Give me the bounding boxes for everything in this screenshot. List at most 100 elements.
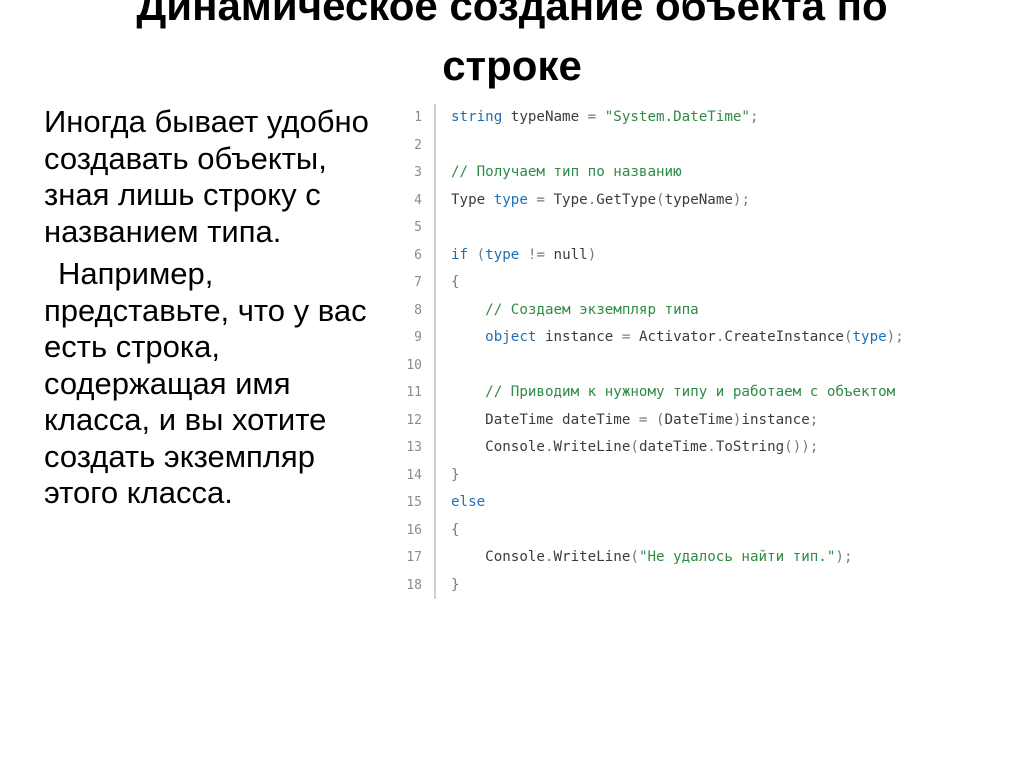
code-line: 13 Console.WriteLine(dateTime.ToString()…	[396, 434, 986, 462]
code-token: =	[621, 329, 639, 345]
code-token: type	[485, 191, 528, 208]
code-line: 3 // Получаем тип по названию	[396, 159, 986, 187]
code-line: 6 if (type != null)	[396, 241, 986, 270]
code-token: ;	[809, 411, 819, 428]
code-token: instance	[536, 329, 622, 345]
code-text: // Создаем экземпляр типа	[436, 297, 699, 325]
code-line: 18}	[396, 571, 986, 600]
code-line: 17 Console.WriteLine("Не удалось найти т…	[396, 544, 986, 572]
code-token: typeName	[502, 109, 588, 125]
code-token: (	[843, 329, 853, 345]
code-token: type	[852, 329, 887, 345]
code-line: 8 // Создаем экземпляр типа	[396, 296, 986, 325]
code-token: Activator	[638, 329, 716, 345]
code-token: );	[835, 549, 853, 565]
line-number: 9	[396, 324, 436, 352]
line-number: 16	[396, 516, 436, 544]
code-token: );	[886, 329, 904, 345]
code-token: // Получаем тип по названию	[451, 164, 682, 180]
code-token: );	[732, 191, 751, 208]
code-token: )	[587, 246, 597, 263]
code-token: // Приводим к нужному типу и работаем с …	[451, 384, 896, 400]
code-text: }	[436, 462, 460, 490]
code-token: Console	[451, 549, 545, 565]
code-token: .	[544, 439, 554, 455]
code-line: 12 DateTime dateTime = (DateTime)instanc…	[396, 406, 986, 435]
code-token: else	[451, 494, 486, 510]
code-token: dateTime	[553, 411, 639, 428]
code-token: typeName	[664, 191, 733, 208]
code-line: 14}	[396, 461, 986, 490]
code-text: // Приводим к нужному типу и работаем с …	[436, 379, 895, 407]
code-token: {	[451, 274, 460, 290]
code-line: 2	[396, 131, 986, 159]
code-token: type	[485, 246, 520, 263]
code-token: =	[587, 109, 597, 125]
line-number: 1	[396, 104, 436, 132]
code-token: (	[630, 439, 639, 455]
code-text: {	[436, 269, 460, 297]
code-token: .	[587, 191, 597, 208]
line-number: 4	[396, 186, 436, 214]
code-token: (	[468, 246, 486, 263]
code-text: object instance = Activator.CreateInstan…	[436, 324, 904, 352]
slide-title-line-2: строке	[442, 42, 582, 89]
code-token: Type	[553, 191, 588, 208]
code-text: string typeName = "System.DateTime";	[436, 104, 759, 132]
code-text: Console.WriteLine("Не удалось найти тип.…	[436, 544, 853, 572]
line-number: 8	[396, 296, 436, 324]
code-token: = (	[638, 411, 665, 428]
code-token: object	[451, 329, 537, 345]
body-text: Иногда бывает удобно создавать объекты, …	[44, 104, 384, 518]
code-text: {	[436, 517, 460, 545]
code-token: GetType	[596, 191, 657, 208]
code-token: }	[451, 466, 460, 483]
code-text: // Получаем тип по названию	[436, 159, 682, 187]
line-number: 11	[396, 379, 436, 407]
code-line: 16 {	[396, 516, 986, 545]
line-number: 7	[396, 269, 436, 297]
line-number: 13	[396, 434, 436, 462]
code-token: DateTime	[451, 411, 554, 428]
slide-title: Динамическое создание объекта по строке	[0, 0, 1024, 96]
line-number: 18	[396, 571, 436, 599]
code-token: // Создаем экземпляр типа	[451, 301, 699, 318]
slide-title-line-1: Динамическое создание объекта по	[136, 0, 888, 29]
code-line: 4 Type type = Type.GetType(typeName);	[396, 186, 986, 215]
code-text: else	[436, 489, 485, 517]
code-token: CreateInstance	[724, 329, 844, 345]
code-token: "Не удалось найти тип."	[638, 549, 836, 565]
code-token: .	[544, 549, 554, 565]
code-token: DateTime	[664, 411, 733, 428]
code-token: WriteLine	[553, 549, 631, 565]
line-number: 6	[396, 241, 436, 269]
code-token: ;	[749, 109, 759, 125]
code-token: ());	[784, 439, 819, 455]
code-line: 5	[396, 214, 986, 242]
code-line: 11 // Приводим к нужному типу и работаем…	[396, 379, 986, 407]
code-line: 7{	[396, 269, 986, 297]
code-token: null	[553, 246, 588, 263]
code-token: if	[451, 246, 469, 263]
code-text: }	[436, 572, 460, 600]
body-paragraph-2: Например, представьте, что у вас есть ст…	[44, 256, 367, 510]
code-line: 9 object instance = Activator.CreateInst…	[396, 324, 986, 352]
code-token: .	[707, 439, 716, 455]
line-number: 17	[396, 544, 436, 572]
line-number: 5	[396, 214, 436, 242]
code-token: WriteLine	[553, 439, 631, 455]
code-token: ToString	[715, 439, 785, 455]
code-token: (	[656, 191, 665, 208]
code-text: if (type != null)	[436, 242, 596, 270]
code-token: (	[630, 549, 639, 565]
line-number: 14	[396, 461, 436, 489]
line-number: 3	[396, 159, 436, 187]
code-text: DateTime dateTime = (DateTime)instance;	[436, 407, 818, 435]
line-number: 15	[396, 489, 436, 517]
code-token: =	[527, 191, 554, 208]
line-number: 12	[396, 406, 436, 434]
code-text: Type type = Type.GetType(typeName);	[436, 187, 750, 215]
code-listing: 1 string typeName = "System.DateTime"; 2 3 /…	[396, 104, 986, 599]
code-line: 15 else	[396, 489, 986, 517]
code-token: Console	[451, 439, 545, 455]
